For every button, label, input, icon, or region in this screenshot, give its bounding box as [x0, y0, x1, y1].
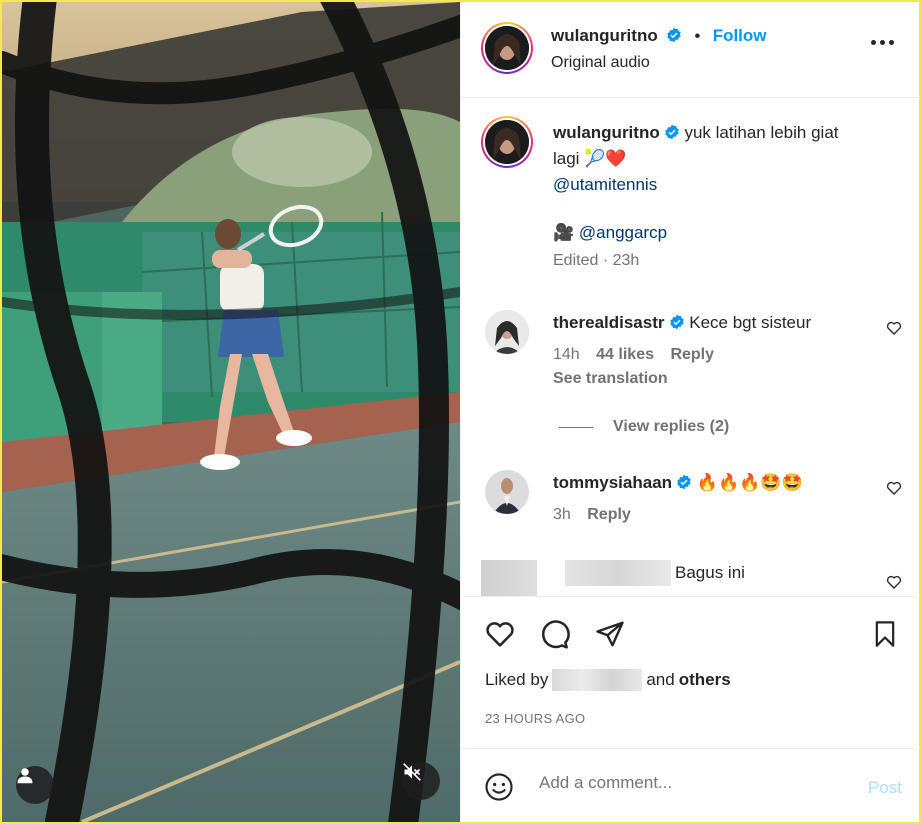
caption-emojis: 🎾❤️ [584, 149, 627, 168]
commenter-username[interactable]: tommysiahaan [553, 473, 672, 492]
comment-time[interactable]: 14h [553, 346, 580, 363]
camera-emoji: 🎥 [553, 223, 575, 242]
liked-by: Liked by and others [485, 669, 731, 691]
view-replies-label: View replies (2) [613, 418, 730, 435]
smiley-icon[interactable] [483, 771, 515, 803]
comment-text: Bagus ini [675, 563, 745, 582]
caption-avatar[interactable] [481, 116, 533, 168]
post-header: wulanguritno • Follow Original audio [461, 2, 920, 98]
post-timestamp[interactable]: 23 HOURS AGO [485, 711, 585, 726]
mention-utamitennis[interactable]: @utamitennis [553, 172, 893, 198]
caption-text-2: lagi [553, 149, 580, 168]
author-avatar[interactable] [481, 22, 533, 74]
comment-like-heart-icon[interactable] [886, 320, 902, 336]
bookmark-icon[interactable] [868, 617, 902, 651]
verified-badge-icon [677, 474, 691, 490]
liked-by-prefix: Liked by [485, 670, 549, 689]
comment-text: Kece bgt sisteur [689, 313, 812, 332]
commenter-avatar[interactable] [485, 470, 529, 514]
comment-text: 🔥🔥🔥🤩🤩 [696, 473, 803, 492]
liked-by-and: and [646, 670, 675, 689]
share-icon[interactable] [593, 617, 627, 651]
comments-section: wulanguritno yuk latihan lebih giat lagi… [461, 98, 920, 596]
comment-like-heart-icon[interactable] [886, 574, 902, 590]
comment-input[interactable] [539, 773, 829, 793]
mention-anggarcp[interactable]: @anggarcp [579, 223, 667, 242]
mute-button[interactable] [402, 762, 440, 800]
post-side-panel: wulanguritno • Follow Original audio wul… [460, 2, 920, 822]
caption-credit: 🎥 @anggarcp [553, 220, 893, 246]
header-separator: • [694, 28, 701, 45]
post-comment-button[interactable]: Post [868, 778, 902, 798]
commenter-username[interactable]: therealdisastr [553, 313, 665, 332]
follow-button[interactable]: Follow [713, 26, 767, 45]
commenter-username-obscured [565, 560, 671, 586]
more-horizontal-icon[interactable] [871, 40, 894, 45]
view-replies-button[interactable]: View replies (2) [559, 418, 729, 436]
caption-line-2: lagi 🎾❤️ [553, 146, 893, 172]
comment-like-heart-icon[interactable] [886, 480, 902, 496]
reply-button[interactable]: Reply [587, 506, 631, 523]
comment-time[interactable]: 3h [553, 506, 571, 523]
audio-subtitle[interactable]: Original audio [551, 54, 650, 72]
author-username[interactable]: wulanguritno [551, 26, 658, 45]
caption-line-1: wulanguritno yuk latihan lebih giat [553, 120, 893, 146]
tennis-video-frame [2, 2, 460, 822]
liked-by-user-obscured[interactable] [552, 669, 643, 691]
commenter-avatar[interactable] [485, 310, 529, 354]
liked-by-others[interactable]: others [679, 670, 731, 690]
caption-meta: Edited · 23h [553, 252, 640, 269]
reply-button[interactable]: Reply [670, 346, 714, 363]
verified-badge-icon [667, 27, 681, 43]
heart-icon[interactable] [483, 617, 517, 651]
commenter-avatar-obscured [481, 560, 537, 596]
user-tag-button[interactable] [16, 766, 54, 804]
speaker-muted-icon [403, 763, 421, 781]
see-translation-button[interactable]: See translation [553, 370, 811, 388]
verified-badge-icon [669, 314, 684, 330]
caption-username[interactable]: wulanguritno [553, 123, 660, 142]
verified-badge-icon [665, 124, 679, 140]
caption-text: yuk latihan lebih giat [684, 123, 839, 142]
comment-likes[interactable]: 44 likes [596, 346, 654, 363]
post-media-video[interactable] [2, 2, 460, 822]
comment-icon[interactable] [537, 617, 571, 651]
replies-divider [559, 426, 593, 428]
post-actions: Liked by and others 23 HOURS AGO [461, 596, 920, 748]
add-comment-bar: Post [461, 748, 920, 822]
person-icon [17, 768, 33, 784]
